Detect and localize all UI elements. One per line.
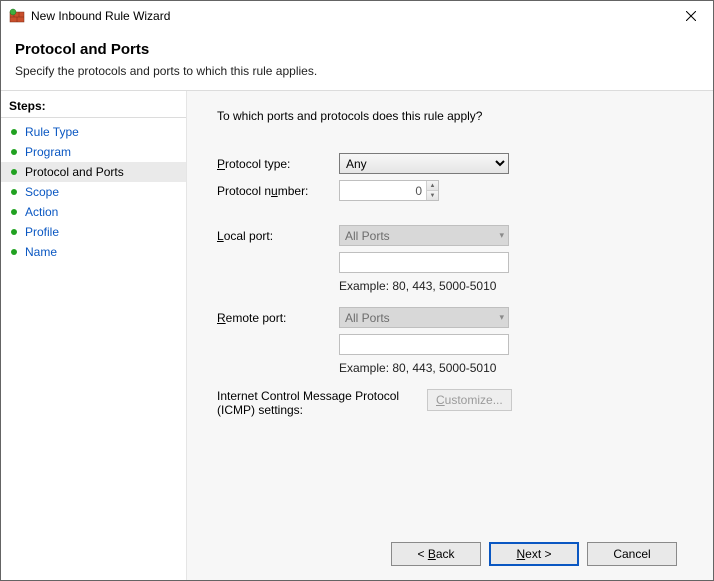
- icmp-label: Internet Control Message Protocol (ICMP)…: [217, 389, 427, 417]
- remote-port-example: Example: 80, 443, 5000-5010: [339, 361, 691, 375]
- wizard-content: To which ports and protocols does this r…: [187, 91, 713, 580]
- window-title: New Inbound Rule Wizard: [31, 9, 170, 23]
- bullet-icon: [11, 209, 17, 215]
- step-name[interactable]: Name: [1, 242, 186, 262]
- step-rule-type[interactable]: Rule Type: [1, 122, 186, 142]
- back-button[interactable]: < Back: [391, 542, 481, 566]
- wizard-window: New Inbound Rule Wizard Protocol and Por…: [0, 0, 714, 581]
- steps-title: Steps:: [1, 99, 186, 118]
- row-local-port-input: [217, 252, 691, 273]
- page-subtitle: Specify the protocols and ports to which…: [15, 64, 699, 78]
- local-port-select: All Ports ▾: [339, 225, 509, 246]
- remote-port-label: Remote port:: [217, 311, 339, 325]
- spinner-up[interactable]: ▲: [427, 181, 438, 190]
- next-button[interactable]: Next >: [489, 542, 579, 566]
- bullet-icon: [11, 169, 17, 175]
- local-port-input: [339, 252, 509, 273]
- bullet-icon: [11, 189, 17, 195]
- wizard-footer: < Back Next > Cancel: [209, 530, 691, 580]
- step-scope[interactable]: Scope: [1, 182, 186, 202]
- close-button[interactable]: [668, 1, 713, 31]
- page-title: Protocol and Ports: [15, 41, 699, 58]
- chevron-down-icon: ▾: [499, 312, 504, 323]
- bullet-icon: [11, 149, 17, 155]
- step-label: Scope: [25, 185, 59, 199]
- step-program[interactable]: Program: [1, 142, 186, 162]
- row-icmp: Internet Control Message Protocol (ICMP)…: [217, 389, 691, 417]
- chevron-down-icon: ▾: [499, 230, 504, 241]
- steps-sidebar: Steps: Rule Type Program Protocol and Po…: [1, 91, 187, 580]
- row-remote-port-input: [217, 334, 691, 355]
- local-port-example: Example: 80, 443, 5000-5010: [339, 279, 691, 293]
- protocol-number-label: Protocol number:: [217, 184, 339, 198]
- step-label: Name: [25, 245, 57, 259]
- step-label: Profile: [25, 225, 59, 239]
- form-area: Protocol type: Any Protocol number:: [217, 153, 691, 423]
- protocol-type-label: Protocol type:: [217, 157, 339, 171]
- row-protocol-number: Protocol number: ▲ ▼: [217, 180, 691, 201]
- step-label: Action: [25, 205, 58, 219]
- spinner-down[interactable]: ▼: [427, 190, 438, 200]
- step-label: Protocol and Ports: [25, 165, 124, 179]
- close-icon: [686, 11, 696, 21]
- remote-port-input: [339, 334, 509, 355]
- step-label: Rule Type: [25, 125, 79, 139]
- bullet-icon: [11, 249, 17, 255]
- step-action[interactable]: Action: [1, 202, 186, 222]
- protocol-type-select[interactable]: Any: [339, 153, 509, 174]
- cancel-button[interactable]: Cancel: [587, 542, 677, 566]
- step-protocol-and-ports: Protocol and Ports: [1, 162, 186, 182]
- wizard-header: Protocol and Ports Specify the protocols…: [1, 31, 713, 90]
- step-profile[interactable]: Profile: [1, 222, 186, 242]
- local-port-value: All Ports: [345, 229, 390, 243]
- row-protocol-type: Protocol type: Any: [217, 153, 691, 174]
- customize-button: Customize...: [427, 389, 512, 411]
- row-local-port: Local port: All Ports ▾: [217, 225, 691, 246]
- step-label: Program: [25, 145, 71, 159]
- titlebar: New Inbound Rule Wizard: [1, 1, 713, 31]
- local-port-label: Local port:: [217, 229, 339, 243]
- spinner-arrows: ▲ ▼: [426, 181, 438, 200]
- protocol-number-input: [340, 181, 426, 200]
- remote-port-select: All Ports ▾: [339, 307, 509, 328]
- question-text: To which ports and protocols does this r…: [217, 109, 691, 123]
- firewall-icon: [9, 8, 25, 24]
- remote-port-value: All Ports: [345, 311, 390, 325]
- bullet-icon: [11, 129, 17, 135]
- wizard-body: Steps: Rule Type Program Protocol and Po…: [1, 91, 713, 580]
- bullet-icon: [11, 229, 17, 235]
- row-remote-port: Remote port: All Ports ▾: [217, 307, 691, 328]
- protocol-number-spinner[interactable]: ▲ ▼: [339, 180, 439, 201]
